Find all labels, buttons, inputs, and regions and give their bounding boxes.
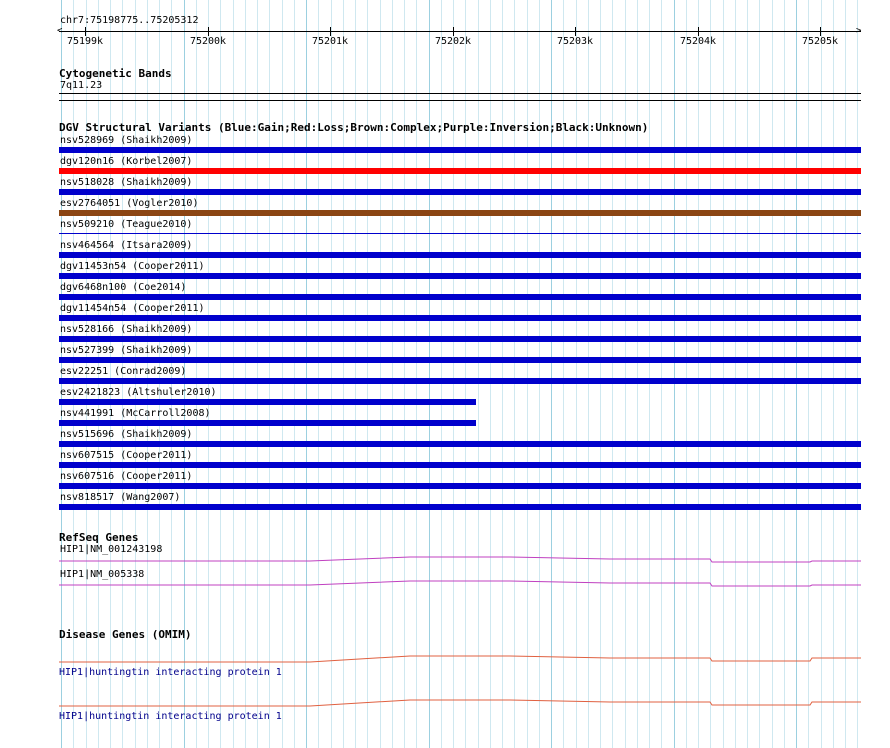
ruler-tick-label: 75199k	[66, 36, 104, 47]
ruler-axis	[59, 31, 861, 32]
variant-bar[interactable]	[59, 147, 861, 153]
variant-label[interactable]: nsv607516 (Cooper2011)	[60, 471, 192, 483]
ruler-tick-label: 75203k	[556, 36, 594, 47]
ruler-tick-label: 75205k	[801, 36, 839, 47]
refseq-gene-glyph[interactable]	[0, 575, 890, 591]
omim-gene-label[interactable]: HIP1|huntingtin interacting protein 1	[59, 711, 282, 723]
variant-label[interactable]: nsv527399 (Shaikh2009)	[60, 345, 192, 357]
variant-bar[interactable]	[59, 210, 861, 216]
ruler-tick-mark	[453, 27, 454, 36]
variant-bar[interactable]	[59, 357, 861, 363]
variant-bar[interactable]	[59, 273, 861, 279]
variant-bar[interactable]	[59, 420, 476, 426]
variant-label[interactable]: nsv515696 (Shaikh2009)	[60, 429, 192, 441]
position-label: chr7:75198775..75205312	[60, 15, 199, 26]
variant-bar[interactable]	[59, 399, 476, 405]
ruler-tick-label: 75204k	[679, 36, 717, 47]
variant-label[interactable]: esv22251 (Conrad2009)	[60, 366, 186, 378]
variant-label[interactable]: esv2421823 (Altshuler2010)	[60, 387, 217, 399]
variant-bar[interactable]	[59, 441, 861, 447]
variant-label[interactable]: nsv818517 (Wang2007)	[60, 492, 180, 504]
variant-label[interactable]: dgv120n16 (Korbel2007)	[60, 156, 192, 168]
ruler-left-arrow-icon: <	[57, 26, 63, 36]
ruler-tick-label: 75200k	[189, 36, 227, 47]
variant-bar[interactable]	[59, 168, 861, 174]
variant-label[interactable]: nsv464564 (Itsara2009)	[60, 240, 192, 252]
variant-bar[interactable]	[59, 483, 861, 489]
omim-gene-glyph[interactable]	[0, 650, 890, 666]
ruler-tick-label: 75201k	[311, 36, 349, 47]
variant-bar[interactable]	[59, 189, 861, 195]
dgv-title: DGV Structural Variants (Blue:Gain;Red:L…	[59, 121, 649, 134]
omim-gene-glyph[interactable]	[0, 694, 890, 710]
omim-gene-label[interactable]: HIP1|huntingtin interacting protein 1	[59, 667, 282, 679]
variant-bar[interactable]	[59, 294, 861, 300]
cytoband-label[interactable]: 7q11.23	[60, 80, 102, 92]
ruler-tick-mark	[575, 27, 576, 36]
variant-label[interactable]: nsv607515 (Cooper2011)	[60, 450, 192, 462]
variant-label[interactable]: nsv509210 (Teague2010)	[60, 219, 192, 231]
variant-label[interactable]: esv2764051 (Vogler2010)	[60, 198, 198, 210]
ruler-right-arrow-icon: >	[856, 26, 862, 36]
ruler-tick-mark	[330, 27, 331, 36]
variant-label[interactable]: nsv528969 (Shaikh2009)	[60, 135, 192, 147]
omim-title: Disease Genes (OMIM)	[59, 628, 192, 641]
cytoband-bottom-line	[59, 100, 861, 101]
variant-bar[interactable]	[59, 252, 861, 258]
variant-bar[interactable]	[59, 315, 861, 321]
refseq-title: RefSeq Genes	[59, 531, 139, 544]
variant-label[interactable]: nsv518028 (Shaikh2009)	[60, 177, 192, 189]
variant-bar[interactable]	[59, 504, 861, 510]
cytoband-top-line	[59, 93, 861, 94]
ruler-tick-mark	[85, 27, 86, 36]
cytogenetic-title: Cytogenetic Bands	[59, 67, 172, 80]
variant-label[interactable]: dgv6468n100 (Coe2014)	[60, 282, 186, 294]
variant-label[interactable]: nsv528166 (Shaikh2009)	[60, 324, 192, 336]
variant-bar[interactable]	[59, 462, 861, 468]
variant-bar[interactable]	[59, 336, 861, 342]
variant-bar[interactable]	[59, 378, 861, 384]
ruler-tick-mark	[698, 27, 699, 36]
ruler-tick-mark	[820, 27, 821, 36]
variant-bar[interactable]	[59, 233, 861, 234]
refseq-gene-glyph[interactable]	[0, 550, 890, 566]
variant-label[interactable]: nsv441991 (McCarroll2008)	[60, 408, 211, 420]
ruler-tick-mark	[208, 27, 209, 36]
ruler-tick-label: 75202k	[434, 36, 472, 47]
variant-label[interactable]: dgv11453n54 (Cooper2011)	[60, 261, 205, 273]
variant-label[interactable]: dgv11454n54 (Cooper2011)	[60, 303, 205, 315]
